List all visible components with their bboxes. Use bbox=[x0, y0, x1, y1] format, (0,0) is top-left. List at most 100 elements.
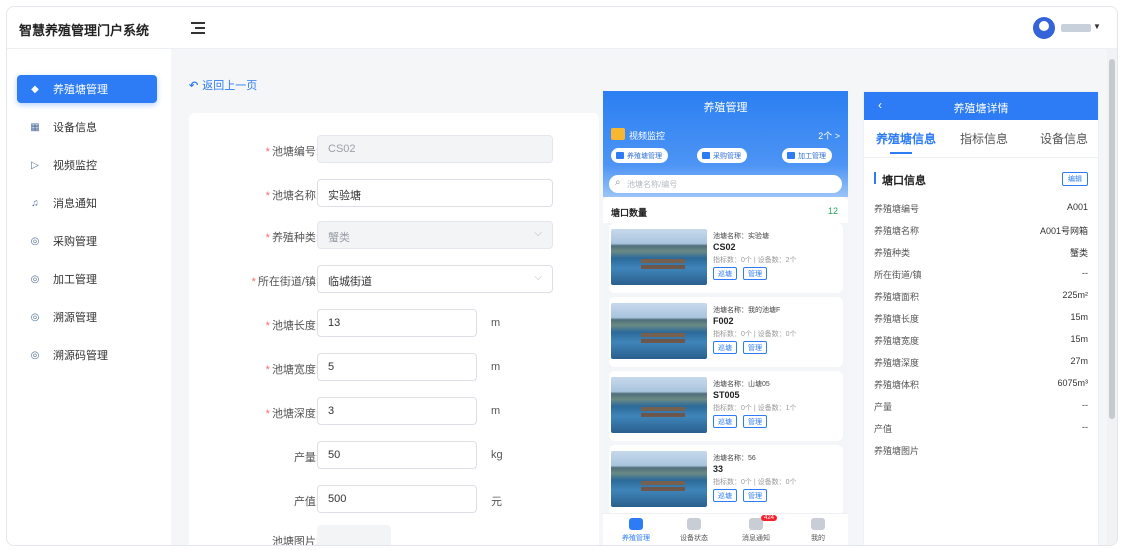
patrol-button[interactable]: 巡塘 bbox=[713, 267, 737, 280]
pill-pond-management[interactable]: 养殖塘管理 bbox=[611, 148, 668, 163]
pond-code: F002 bbox=[713, 316, 734, 326]
patrol-button[interactable]: 巡塘 bbox=[713, 489, 737, 502]
tab-device-info[interactable]: 设备信息 bbox=[1040, 130, 1088, 147]
patrol-button[interactable]: 巡塘 bbox=[713, 341, 737, 354]
mobile-search-input[interactable]: 池塘名称/编号 bbox=[609, 175, 842, 193]
device-icon bbox=[687, 518, 701, 530]
menu-collapse-icon[interactable] bbox=[189, 19, 207, 37]
pond-code: CS02 bbox=[713, 242, 736, 252]
field-label: 池塘图片: bbox=[271, 536, 319, 546]
app-window: 智慧养殖管理门户系统 ▼ ◆ 养殖塘管理 ▦ 设备信息 ▷ 视频监控 ♫ 消息通… bbox=[6, 6, 1118, 546]
form-row-depth: * 池塘深度: 3 m bbox=[189, 397, 599, 427]
sidebar-item-processing[interactable]: ◎ 加工管理 bbox=[17, 265, 157, 293]
pond-code: 33 bbox=[713, 464, 724, 474]
tab-device-status[interactable]: 设备状态 bbox=[669, 518, 719, 543]
scrollbar-thumb[interactable] bbox=[1109, 59, 1115, 419]
return-icon: ↶ bbox=[189, 80, 199, 92]
unit-label: m bbox=[491, 317, 501, 329]
info-row: 养殖塘名称 A001号网箱 bbox=[874, 226, 1088, 236]
sidebar: ◆ 养殖塘管理 ▦ 设备信息 ▷ 视频监控 ♫ 消息通知 ◎ 采购管理 ◎ 加工… bbox=[7, 49, 171, 545]
active-tab-indicator bbox=[890, 152, 912, 154]
sidebar-item-pond-management[interactable]: ◆ 养殖塘管理 bbox=[17, 75, 157, 103]
sidebar-item-label: 采购管理 bbox=[53, 236, 97, 248]
pond-count-value: 12 bbox=[827, 206, 838, 216]
info-row: 养殖塘宽度 15m bbox=[874, 334, 1088, 346]
pond-name: 池塘名称：56 bbox=[713, 455, 756, 462]
output-value-input[interactable]: 500 bbox=[317, 485, 477, 513]
field-label: * 池塘编号: bbox=[265, 146, 319, 158]
field-label: * 池塘宽度: bbox=[265, 364, 319, 376]
video-label: 视频监控 bbox=[629, 131, 666, 141]
tab-mine[interactable]: 我的 bbox=[793, 518, 843, 543]
mobile-tab-bar: 养殖管理 设备状态 消息通知 424 我的 bbox=[603, 513, 848, 545]
info-row: 产量 -- bbox=[874, 400, 1088, 412]
list-item[interactable]: 池塘名称：实验塘 CS02 指标数：0个 | 设备数：2个 巡塘 管理 bbox=[609, 223, 843, 293]
info-row: 养殖塘体积 6075m³ bbox=[874, 378, 1088, 390]
pond-thumbnail bbox=[611, 229, 707, 285]
sidebar-item-trace-code[interactable]: ◎ 溯源码管理 bbox=[17, 341, 157, 369]
user-menu[interactable]: ▼ bbox=[1033, 17, 1101, 41]
avatar[interactable] bbox=[1033, 17, 1055, 39]
street-select[interactable]: 临城街道 ⌵ bbox=[317, 265, 553, 293]
trace-code-icon: ◎ bbox=[30, 349, 40, 361]
pond-edit-form: * 池塘编号: CS02 * 池塘名称: 实验塘 * 养殖种类: 蟹类 ⌵ * 所在街道/… bbox=[189, 113, 599, 546]
sidebar-item-video[interactable]: ▷ 视频监控 bbox=[17, 151, 157, 179]
trace-icon: ◎ bbox=[30, 311, 40, 323]
field-label: * 池塘深度: bbox=[265, 408, 319, 420]
tab-farming[interactable]: 养殖管理 bbox=[611, 518, 661, 543]
width-input[interactable]: 5 bbox=[317, 353, 477, 381]
info-row: 养殖塘深度 27m bbox=[874, 356, 1088, 368]
form-row-species: * 养殖种类: 蟹类 ⌵ bbox=[189, 221, 599, 251]
pond-meta: 指标数：0个 | 设备数：0个 bbox=[713, 331, 797, 338]
tab-pond-info[interactable]: 养殖塘信息 bbox=[876, 130, 936, 147]
sidebar-item-notifications[interactable]: ♫ 消息通知 bbox=[17, 189, 157, 217]
bell-icon: ♫ bbox=[31, 197, 39, 209]
process-icon: ◎ bbox=[30, 273, 40, 285]
unit-label: 元 bbox=[491, 496, 502, 508]
sidebar-item-purchase[interactable]: ◎ 采购管理 bbox=[17, 227, 157, 255]
image-upload[interactable] bbox=[317, 525, 391, 545]
list-item[interactable]: 池塘名称：山塘05 ST005 指标数：0个 | 设备数：1个 巡塘 管理 bbox=[609, 371, 843, 441]
field-label: * 养殖种类: bbox=[265, 232, 319, 244]
video-monitor-row[interactable]: 视频监控 2个 > bbox=[611, 127, 840, 143]
purchase-icon: ◎ bbox=[30, 235, 40, 247]
manage-button[interactable]: 管理 bbox=[743, 267, 767, 280]
pond-name-input[interactable]: 实验塘 bbox=[317, 179, 553, 207]
length-input[interactable]: 13 bbox=[317, 309, 477, 337]
list-item[interactable]: 池塘名称：我的池塘F F002 指标数：0个 | 设备数：0个 巡塘 管理 bbox=[609, 297, 843, 367]
pill-processing[interactable]: 加工管理 bbox=[782, 148, 832, 163]
form-row-length: * 池塘长度: 13 m bbox=[189, 309, 599, 339]
yield-input[interactable]: 50 bbox=[317, 441, 477, 469]
detail-tabs: 养殖塘信息 指标信息 设备信息 bbox=[864, 120, 1098, 158]
sidebar-item-traceability[interactable]: ◎ 溯源管理 bbox=[17, 303, 157, 331]
patrol-button[interactable]: 巡塘 bbox=[713, 415, 737, 428]
depth-input[interactable]: 3 bbox=[317, 397, 477, 425]
detail-header: ‹ 养殖塘详情 bbox=[864, 92, 1098, 120]
form-row-pond-name: * 池塘名称: 实验塘 bbox=[189, 179, 599, 209]
quick-actions: 养殖塘管理 采购管理 加工管理 bbox=[611, 148, 842, 164]
tab-messages[interactable]: 消息通知 424 bbox=[731, 515, 781, 543]
pond-detail-preview: ‹ 养殖塘详情 养殖塘信息 指标信息 设备信息 塘口信息 编辑 养殖塘编号 A00… bbox=[863, 91, 1099, 545]
sidebar-item-label: 溯源管理 bbox=[53, 312, 97, 324]
pond-meta: 指标数：0个 | 设备数：1个 bbox=[713, 405, 797, 412]
sidebar-item-device-info[interactable]: ▦ 设备信息 bbox=[17, 113, 157, 141]
back-link[interactable]: ↶ 返回上一页 bbox=[189, 77, 257, 93]
chevron-down-icon: ⌵ bbox=[534, 272, 542, 283]
form-row-pond-code: * 池塘编号: CS02 bbox=[189, 135, 599, 165]
tab-indicator-info[interactable]: 指标信息 bbox=[960, 130, 1008, 147]
manage-button[interactable]: 管理 bbox=[743, 489, 767, 502]
info-row: 所在街道/镇 -- bbox=[874, 268, 1088, 280]
sidebar-item-label: 溯源码管理 bbox=[53, 350, 108, 362]
unit-label: m bbox=[491, 405, 501, 417]
manage-button[interactable]: 管理 bbox=[743, 341, 767, 354]
mobile-title: 养殖管理 bbox=[703, 102, 748, 114]
info-row: 养殖塘面积 225m² bbox=[874, 290, 1088, 302]
sidebar-item-label: 养殖塘管理 bbox=[53, 84, 108, 96]
pond-count-label: 塘口数量 bbox=[611, 208, 648, 218]
chevron-down-icon[interactable]: ▼ bbox=[1093, 22, 1101, 31]
list-item[interactable]: 池塘名称：56 33 指标数：0个 | 设备数：0个 巡塘 管理 bbox=[609, 445, 843, 515]
edit-button[interactable]: 编辑 bbox=[1062, 172, 1088, 186]
pill-purchase[interactable]: 采购管理 bbox=[697, 148, 747, 163]
mobile-preview: 养殖管理 视频监控 2个 > 养殖塘管理 采购管理 加工管理 池塘名称/编号 塘… bbox=[603, 91, 848, 545]
manage-button[interactable]: 管理 bbox=[743, 415, 767, 428]
